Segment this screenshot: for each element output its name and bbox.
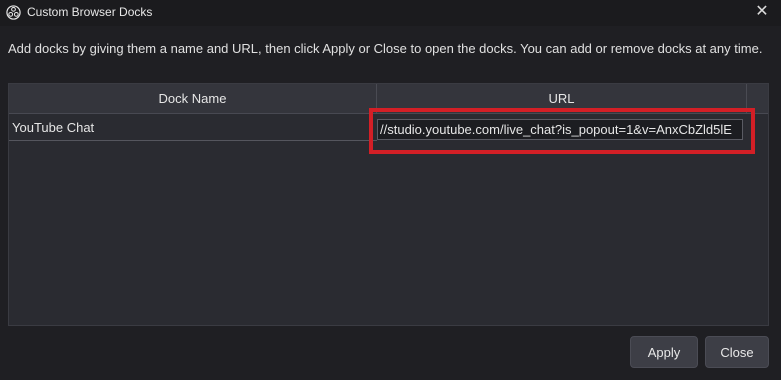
table-header: Dock Name URL xyxy=(9,84,768,114)
apply-button[interactable]: Apply xyxy=(630,336,698,368)
dock-name-cell[interactable]: YouTube Chat xyxy=(12,120,94,135)
docks-table: Dock Name URL YouTube Chat //studio.yout… xyxy=(8,83,769,326)
column-header-url[interactable]: URL xyxy=(377,84,747,113)
url-input[interactable]: //studio.youtube.com/live_chat?is_popout… xyxy=(377,119,743,140)
title-bar: Custom Browser Docks ✕ xyxy=(0,0,781,26)
obs-logo-icon xyxy=(6,5,21,20)
close-window-icon[interactable]: ✕ xyxy=(753,2,771,22)
description-text: Add docks by giving them a name and URL,… xyxy=(8,41,763,56)
window-title: Custom Browser Docks xyxy=(27,5,153,19)
column-header-dock-name[interactable]: Dock Name xyxy=(9,84,377,113)
row-divider xyxy=(9,140,377,141)
close-button[interactable]: Close xyxy=(705,336,769,368)
column-header-spacer xyxy=(747,84,768,113)
